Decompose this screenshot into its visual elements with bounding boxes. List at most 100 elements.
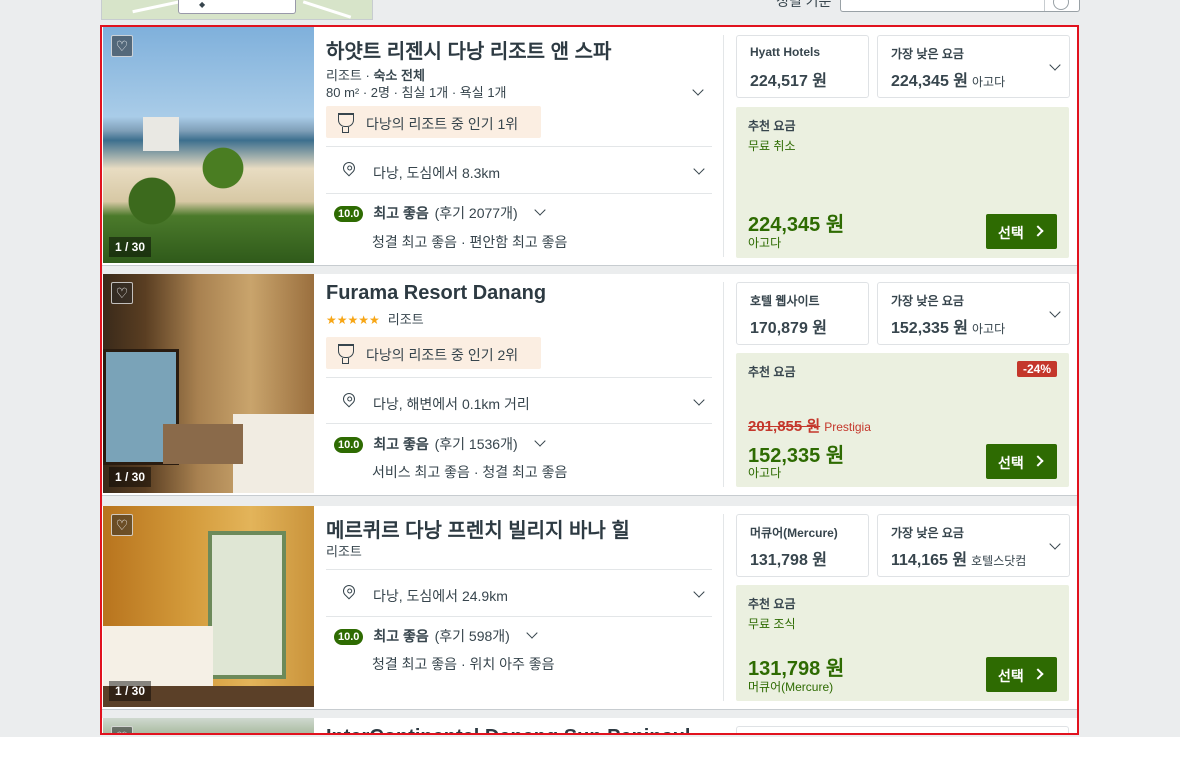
map-pin-icon: ◆ (199, 0, 206, 9)
hotel-photo[interactable]: ♡ (103, 718, 314, 733)
recommended-deal[interactable]: 추천 요금 무료 취소 224,345 원 아고다 선택 (736, 107, 1069, 258)
deal-price: 114,165 원 호텔스닷컴 (891, 552, 1027, 569)
rec-title: 추천 요금 (748, 365, 796, 379)
deal-title: 가장 낮은 요금 (891, 47, 964, 61)
deal-option[interactable] (736, 726, 1069, 733)
chevron-right-icon (1032, 668, 1044, 680)
chevron-down-icon[interactable] (693, 586, 705, 598)
hotel-card[interactable]: ♡ 1 / 30 메르퀴르 다낭 프렌치 빌리지 바나 힐 리조트 다낭, 도심… (102, 506, 1077, 710)
select-button[interactable]: 선택 (986, 214, 1057, 249)
photo-counter: 1 / 30 (109, 237, 152, 257)
trophy-icon (338, 344, 354, 364)
top-bar: ◆ 정렬 기준 (0, 0, 1180, 24)
favorite-heart-icon[interactable]: ♡ (111, 726, 133, 733)
rating-row[interactable]: 10.0 최고 좋음 (후기 598개) (334, 626, 510, 646)
chevron-down-icon[interactable] (534, 204, 546, 216)
favorite-heart-icon[interactable]: ♡ (111, 282, 133, 304)
popularity-badge: 다낭의 리조트 중 인기 1위 (326, 106, 541, 138)
select-button[interactable]: 선택 (986, 444, 1057, 479)
rating-label: 최고 좋음 (373, 205, 429, 221)
hotel-type: ★★★★★ 리조트 (326, 312, 424, 327)
recommended-deal[interactable]: 추천 요금 무료 조식 131,798 원 머큐어(Mercure) 선택 (736, 585, 1069, 701)
location-pin-icon (340, 390, 358, 408)
hotel-name[interactable]: 메르퀴르 다낭 프렌치 빌리지 바나 힐 (326, 514, 630, 543)
deal-price: 224,517 원 (750, 73, 828, 90)
sort-info-icon[interactable] (1053, 0, 1069, 10)
review-count: (후기 1536개) (434, 436, 518, 452)
deal-provider: Hyatt Hotels (750, 45, 821, 59)
rating-label: 최고 좋음 (373, 628, 429, 644)
hotel-card[interactable]: ♡ InterContinental Danang Sun Peninsul (102, 718, 1077, 733)
select-button[interactable]: 선택 (986, 657, 1057, 692)
location-row[interactable]: 다낭, 도심에서 8.3km (326, 159, 712, 182)
favorite-heart-icon[interactable]: ♡ (111, 35, 133, 57)
location-row[interactable]: 다낭, 해변에서 0.1km 거리 (326, 390, 712, 413)
review-count: (후기 2077개) (434, 205, 518, 221)
location-pin-icon (340, 582, 358, 600)
lowest-price-dropdown[interactable]: 가장 낮은 요금 152,335 원 아고다 (877, 282, 1070, 345)
hotel-name[interactable]: InterContinental Danang Sun Peninsul (326, 726, 690, 733)
sort-label: 정렬 기준 (776, 0, 832, 9)
favorite-heart-icon[interactable]: ♡ (111, 514, 133, 536)
deal-price: 152,335 원 아고다 (891, 320, 1006, 337)
rec-provider: 머큐어(Mercure) (748, 680, 834, 694)
chevron-down-icon (1049, 538, 1061, 550)
rating-score: 10.0 (334, 629, 364, 645)
rating-label: 최고 좋음 (373, 436, 429, 452)
hotel-photo[interactable]: ♡ 1 / 30 (103, 274, 314, 493)
deal-option[interactable]: Hyatt Hotels 224,517 원 (736, 35, 869, 98)
rating-score: 10.0 (334, 437, 364, 453)
rec-old-price: 201,855 원 Prestigia (748, 418, 871, 435)
rec-note: 무료 취소 (748, 139, 796, 153)
review-count: (후기 598개) (434, 628, 510, 644)
location-row[interactable]: 다낭, 도심에서 24.9km (326, 582, 712, 605)
rec-provider: 아고다 (748, 466, 782, 480)
location-pin-icon (340, 159, 358, 177)
lowest-price-dropdown[interactable]: 가장 낮은 요금 224,345 원 아고다 (877, 35, 1070, 98)
chevron-down-icon[interactable] (526, 627, 538, 639)
lowest-price-dropdown[interactable]: 가장 낮은 요금 114,165 원 호텔스닷컴 (877, 514, 1070, 577)
hotel-photo[interactable]: ♡ 1 / 30 (103, 27, 314, 263)
rec-note: 무료 조식 (748, 617, 796, 631)
sort-select[interactable] (840, 0, 1080, 12)
photo-counter: 1 / 30 (109, 681, 152, 701)
chevron-right-icon (1032, 225, 1044, 237)
deal-option[interactable]: 호텔 웹사이트 170,879 원 (736, 282, 869, 345)
chevron-down-icon (1049, 306, 1061, 318)
rating-detail: 청결 최고 좋음 · 편안함 최고 좋음 (372, 234, 568, 250)
discount-badge: -24% (1016, 361, 1057, 377)
hotel-card[interactable]: ♡ 1 / 30 하얏트 리젠시 다낭 리조트 앤 스파 리조트 · 숙소 전체… (102, 27, 1077, 266)
rec-title: 추천 요금 (748, 119, 796, 133)
chevron-right-icon (1032, 455, 1044, 467)
rating-detail: 청결 최고 좋음 · 위치 아주 좋음 (372, 656, 555, 672)
results-list: ♡ 1 / 30 하얏트 리젠시 다낭 리조트 앤 스파 리조트 · 숙소 전체… (100, 25, 1079, 735)
map-preview[interactable]: ◆ (101, 0, 373, 20)
star-rating: ★★★★★ (326, 313, 380, 327)
hotel-name[interactable]: 하얏트 리젠시 다낭 리조트 앤 스파 (326, 35, 611, 64)
hotel-details: 80 m² · 2명 · 침실 1개 · 욕실 1개 (326, 85, 507, 100)
map-location-chip[interactable]: ◆ (178, 0, 296, 14)
chevron-down-icon[interactable] (693, 163, 705, 175)
rating-row[interactable]: 10.0 최고 좋음 (후기 1536개) (334, 434, 518, 454)
deal-provider: 머큐어(Mercure) (750, 526, 838, 540)
deal-price: 224,345 원 아고다 (891, 73, 1006, 90)
hotel-photo[interactable]: ♡ 1 / 30 (103, 506, 314, 707)
chevron-down-icon[interactable] (692, 84, 704, 96)
chevron-down-icon[interactable] (693, 394, 705, 406)
recommended-deal[interactable]: 추천 요금 -24% 201,855 원 Prestigia 152,335 원 … (736, 353, 1069, 487)
rec-price: 131,798 원 (748, 658, 845, 680)
deal-title: 가장 낮은 요금 (891, 294, 964, 308)
rating-row[interactable]: 10.0 최고 좋음 (후기 2077개) (334, 203, 518, 223)
rec-provider: 아고다 (748, 236, 782, 250)
chevron-down-icon (1049, 59, 1061, 71)
deal-provider: 호텔 웹사이트 (750, 294, 820, 308)
chevron-down-icon[interactable] (534, 435, 546, 447)
deal-title: 가장 낮은 요금 (891, 526, 964, 540)
rec-title: 추천 요금 (748, 597, 796, 611)
deal-price: 131,798 원 (750, 552, 828, 569)
deal-price: 170,879 원 (750, 320, 828, 337)
deal-option[interactable]: 머큐어(Mercure) 131,798 원 (736, 514, 869, 577)
popularity-badge: 다낭의 리조트 중 인기 2위 (326, 337, 541, 369)
hotel-name[interactable]: Furama Resort Danang (326, 282, 546, 305)
hotel-card[interactable]: ♡ 1 / 30 Furama Resort Danang ★★★★★ 리조트 다… (102, 274, 1077, 496)
